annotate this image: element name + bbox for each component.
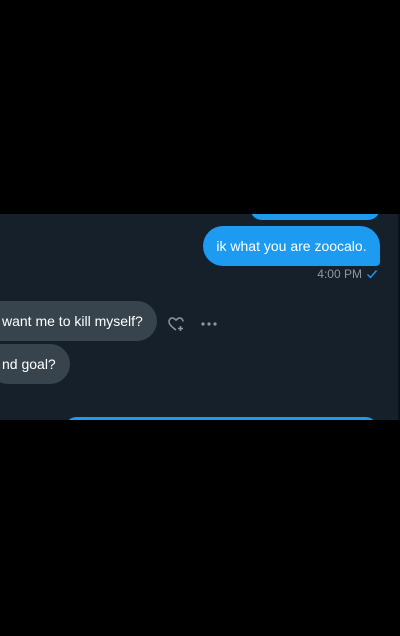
incoming-message-bubble[interactable]: want me to kill myself? [0, 301, 157, 341]
check-icon [367, 270, 378, 279]
heart-plus-icon[interactable] [166, 314, 186, 334]
screenshot-frame: ik what you are zoocalo. 4:00 PM want me… [0, 0, 400, 636]
message-meta: 4:00 PM [317, 267, 378, 281]
incoming-message-bubble[interactable]: nd goal? [0, 344, 70, 384]
conversation-panel: ik what you are zoocalo. 4:00 PM want me… [0, 214, 400, 420]
outgoing-message-bubble[interactable]: ik what you are zoocalo. [203, 226, 380, 266]
incoming-message-text: want me to kill myself? [2, 313, 143, 329]
previous-message-bubble[interactable] [250, 214, 380, 220]
outgoing-message-text: ik what you are zoocalo. [216, 238, 367, 254]
message-timestamp: 4:00 PM [317, 267, 362, 281]
more-icon[interactable] [199, 314, 219, 334]
next-message-bubble[interactable] [66, 417, 376, 420]
incoming-message-text: nd goal? [2, 356, 56, 372]
